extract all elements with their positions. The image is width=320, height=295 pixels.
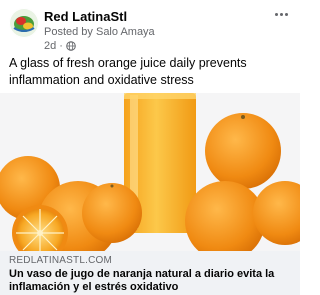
link-preview-info[interactable]: REDLATINASTL.COM Un vaso de jugo de nara…: [0, 251, 300, 295]
link-preview-card[interactable]: REDLATINASTL.COM Un vaso de jugo de nara…: [0, 93, 300, 295]
post-header: Red LatinaStl Posted by Salo Amaya 2d ·: [0, 0, 300, 54]
more-options-icon[interactable]: [270, 6, 292, 22]
avatar-logo-image: [9, 8, 39, 38]
link-title[interactable]: Un vaso de jugo de naranja natural a dia…: [9, 268, 295, 294]
page-name[interactable]: Red LatinaStl: [44, 9, 127, 24]
link-preview-image[interactable]: [0, 93, 300, 251]
post-time[interactable]: 2d: [44, 40, 56, 52]
posted-by-label[interactable]: Posted by Salo Amaya: [44, 26, 155, 38]
globe-icon: [66, 41, 76, 51]
meta-separator: ·: [59, 40, 63, 52]
facebook-post: Red LatinaStl Posted by Salo Amaya 2d · …: [0, 0, 300, 295]
page-avatar[interactable]: [9, 8, 39, 38]
post-meta: 2d ·: [44, 40, 76, 52]
orange-juice-and-oranges-image: [0, 93, 300, 251]
post-caption: A glass of fresh orange juice daily prev…: [9, 56, 247, 87]
link-domain: REDLATINASTL.COM: [9, 255, 113, 266]
